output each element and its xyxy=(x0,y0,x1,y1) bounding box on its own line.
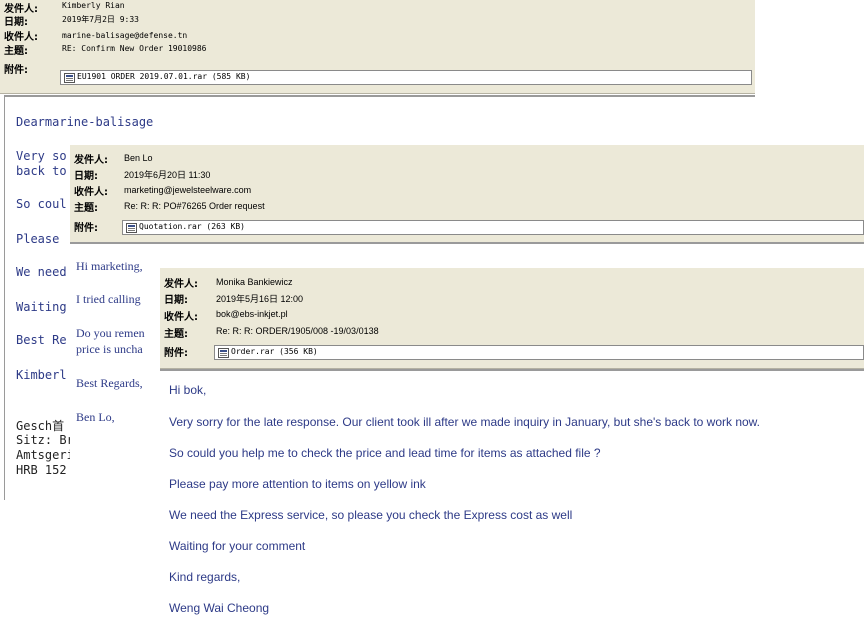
email-header: 发件人: Monika Bankiewicz 日期: 2019年5月16日 12… xyxy=(160,268,864,369)
archive-file-icon xyxy=(64,73,75,83)
body-line: Waiting xyxy=(16,300,67,314)
subject-label: 主题: xyxy=(4,46,28,57)
header-divider xyxy=(160,369,864,371)
attachment-name[interactable]: Quotation.rar (263 KB) xyxy=(139,222,245,231)
subject-label: 主题: xyxy=(164,329,188,340)
body-line: Best Re xyxy=(16,333,67,347)
body-line: So could you help me to check the price … xyxy=(169,446,601,460)
to-value: bok@ebs-inkjet.pl xyxy=(216,309,288,319)
body-line: Do you remen xyxy=(76,326,145,340)
subject-value: Re: R: R: ORDER/1905/008 -19/03/0138 xyxy=(216,326,379,336)
body-line: We need xyxy=(16,265,67,279)
to-label: 收件人: xyxy=(164,312,198,323)
body-line: Very so xyxy=(16,149,67,163)
body-line: Kind regards, xyxy=(169,570,241,584)
body-line: Kimberl xyxy=(16,368,67,382)
email-header: 发件人: Ben Lo 日期: 2019年6月20日 11:30 收件人: ma… xyxy=(70,145,864,243)
date-label: 日期: xyxy=(74,171,98,182)
date-label: 日期: xyxy=(164,295,188,306)
attachment-box[interactable]: Quotation.rar (263 KB) xyxy=(122,220,864,235)
body-line: Dearmarine-balisage xyxy=(16,115,154,129)
body-line: So coul xyxy=(16,197,67,211)
body-line: back to xyxy=(16,164,67,178)
body-line: Gesch首 xyxy=(16,419,65,433)
attachment-label: 附件: xyxy=(4,65,28,76)
body-line: I tried calling xyxy=(76,292,141,306)
subject-label: 主题: xyxy=(74,203,98,214)
to-label: 收件人: xyxy=(74,187,108,198)
body-line: price is uncha xyxy=(76,342,143,356)
date-value: 2019年7月2日 9:33 xyxy=(62,15,139,24)
body-line: Waiting for your comment xyxy=(169,539,306,553)
to-value: marketing@jewelsteelware.com xyxy=(124,185,252,195)
to-label: 收件人: xyxy=(4,32,38,43)
date-label: 日期: xyxy=(4,17,28,28)
attachment-name[interactable]: EU1901 ORDER 2019.07.01.rar (585 KB) xyxy=(77,72,250,81)
subject-value: RE: Confirm New Order 19010986 xyxy=(62,44,207,53)
from-label: 发件人: xyxy=(74,155,108,166)
attachment-label: 附件: xyxy=(74,223,98,234)
body-line: Ben Lo, xyxy=(76,410,115,424)
from-label: 发件人: xyxy=(164,279,198,290)
body-line: Weng Wai Cheong xyxy=(169,601,270,615)
from-value: Ben Lo xyxy=(124,153,153,163)
date-value: 2019年6月20日 11:30 xyxy=(124,170,211,180)
archive-file-icon xyxy=(218,348,229,358)
date-value: 2019年5月16日 12:00 xyxy=(216,294,304,304)
attachment-name[interactable]: Order.rar (356 KB) xyxy=(231,347,318,356)
body-line: Hi marketing, xyxy=(76,259,143,273)
to-value: marine-balisage@defense.tn xyxy=(62,31,188,40)
attachment-label: 附件: xyxy=(164,348,188,359)
body-line: Very sorry for the late response. Our cl… xyxy=(169,415,761,429)
from-value: Monika Bankiewicz xyxy=(216,277,293,287)
attachment-box[interactable]: Order.rar (356 KB) xyxy=(214,345,864,360)
body-line: We need the Express service, so please y… xyxy=(169,508,573,522)
body-line: Please pay more attention to items on ye… xyxy=(169,477,426,491)
body-line: Please xyxy=(16,232,60,246)
attachment-box[interactable]: EU1901 ORDER 2019.07.01.rar (585 KB) xyxy=(60,70,752,85)
from-value: Kimberly Rian xyxy=(62,1,125,10)
subject-value: Re: R: R: PO#76265 Order request xyxy=(124,201,265,211)
archive-file-icon xyxy=(126,223,137,233)
body-line: Best Regards, xyxy=(76,376,143,390)
header-divider xyxy=(70,242,864,244)
body-line: Hi bok, xyxy=(169,383,207,397)
email-header: 发件人: Kimberly Rian 日期: 2019年7月2日 9:33 收件… xyxy=(0,0,755,94)
email-window-3: 发件人: Monika Bankiewicz 日期: 2019年5月16日 12… xyxy=(160,268,864,635)
